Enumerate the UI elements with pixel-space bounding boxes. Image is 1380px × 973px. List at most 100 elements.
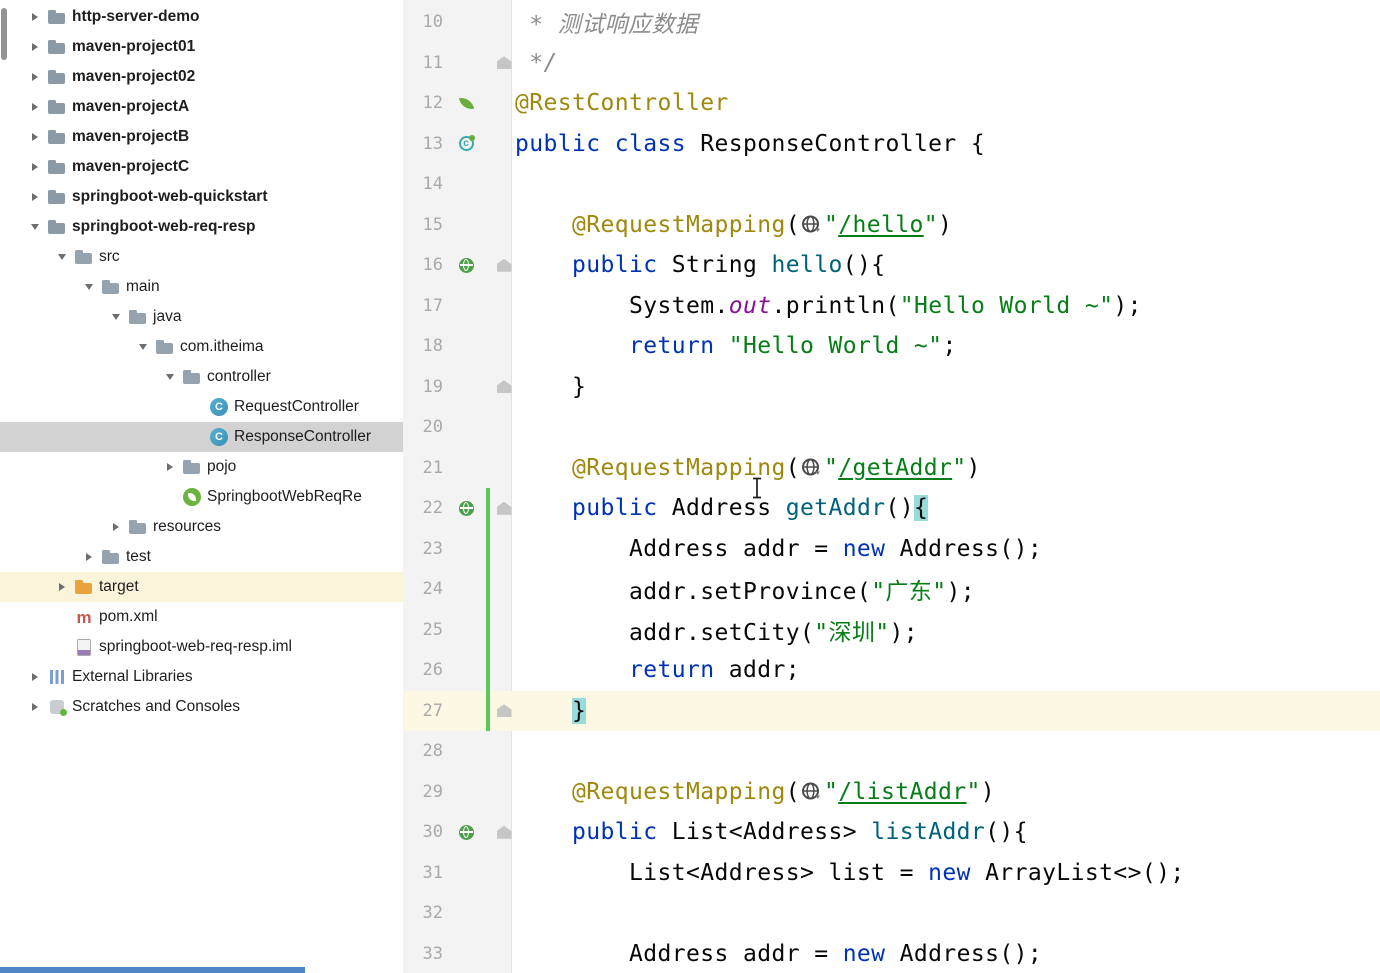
chevron-collapsed-icon[interactable] (157, 452, 183, 482)
code-line-15[interactable]: 15 @RequestMapping("/hello") (403, 205, 1380, 246)
code-text[interactable]: Address addr = new Address(); (515, 941, 1042, 967)
request-mapping-icon[interactable] (447, 488, 485, 529)
line-number[interactable]: 19 (403, 377, 447, 397)
url-link[interactable]: /hello (838, 212, 923, 238)
code-line-16[interactable]: 16 public String hello(){ (403, 245, 1380, 286)
line-number[interactable]: 13 (403, 134, 447, 154)
code-line-33[interactable]: 33 Address addr = new Address(); (403, 934, 1380, 973)
request-mapping-icon[interactable] (447, 245, 485, 286)
tree-item-pojo[interactable]: pojo (0, 452, 403, 482)
tree-item-http-server-demo[interactable]: http-server-demo (0, 2, 403, 32)
code-text[interactable]: @RestController (515, 90, 729, 116)
chevron-collapsed-icon[interactable] (22, 662, 48, 692)
code-text[interactable]: public Address getAddr(){ (515, 495, 929, 522)
code-line-26[interactable]: 26 return addr; (403, 650, 1380, 691)
line-number[interactable]: 22 (403, 498, 447, 518)
chevron-expanded-icon[interactable] (130, 332, 156, 362)
chevron-collapsed-icon[interactable] (22, 32, 48, 62)
line-number[interactable]: 17 (403, 296, 447, 316)
code-line-31[interactable]: 31 List<Address> list = new ArrayList<>(… (403, 853, 1380, 894)
chevron-collapsed-icon[interactable] (103, 512, 129, 542)
spring-bean-icon[interactable] (447, 83, 485, 124)
chevron-collapsed-icon[interactable] (22, 692, 48, 722)
code-text[interactable]: @RequestMapping("/getAddr") (515, 455, 981, 481)
code-text[interactable]: addr.setCity("深圳"); (515, 613, 918, 647)
code-line-11[interactable]: 11 */ (403, 43, 1380, 84)
tree-item-maven-projectb[interactable]: maven-projectB (0, 122, 403, 152)
tree-vertical-scrollbar[interactable] (1, 8, 7, 60)
tree-item-target[interactable]: target (0, 572, 403, 602)
url-link[interactable]: /listAddr (838, 779, 966, 805)
code-text[interactable]: @RequestMapping("/listAddr") (515, 779, 995, 805)
line-number[interactable]: 11 (403, 53, 447, 73)
tree-item-springbootwebreqre[interactable]: SpringbootWebReqRe (0, 482, 403, 512)
tree-item-scratches-and-consoles[interactable]: Scratches and Consoles (0, 692, 403, 722)
code-text[interactable]: */ (515, 50, 558, 76)
code-text[interactable]: List<Address> list = new ArrayList<>(); (515, 860, 1185, 886)
tree-item-main[interactable]: main (0, 272, 403, 302)
tree-item-pom-xml[interactable]: m pom.xml (0, 602, 403, 632)
fold-marker-icon[interactable] (485, 245, 515, 286)
code-line-28[interactable]: 28 (403, 731, 1380, 772)
chevron-expanded-icon[interactable] (22, 212, 48, 242)
code-text[interactable]: * 测试响应数据 (515, 5, 698, 39)
code-line-22[interactable]: 22 public Address getAddr(){ (403, 488, 1380, 529)
line-number[interactable]: 32 (403, 903, 447, 923)
chevron-expanded-icon[interactable] (103, 302, 129, 332)
request-mapping-icon[interactable] (447, 812, 485, 853)
chevron-collapsed-icon[interactable] (22, 182, 48, 212)
fold-marker-icon[interactable] (485, 43, 515, 84)
code-line-21[interactable]: 21 @RequestMapping("/getAddr") (403, 448, 1380, 489)
tree-item-requestcontroller[interactable]: C RequestController (0, 392, 403, 422)
tree-item-springboot-web-req-resp-iml[interactable]: springboot-web-req-resp.iml (0, 632, 403, 662)
tree-item-controller[interactable]: controller (0, 362, 403, 392)
line-number[interactable]: 15 (403, 215, 447, 235)
fold-marker-icon[interactable] (485, 812, 515, 853)
tree-item-java[interactable]: java (0, 302, 403, 332)
line-number[interactable]: 21 (403, 458, 447, 478)
line-number[interactable]: 18 (403, 336, 447, 356)
line-number[interactable]: 14 (403, 174, 447, 194)
code-text[interactable]: } (515, 697, 587, 724)
code-line-12[interactable]: 12 @RestController (403, 83, 1380, 124)
fold-marker-icon[interactable] (485, 367, 515, 408)
code-line-14[interactable]: 14 (403, 164, 1380, 205)
line-number[interactable]: 33 (403, 944, 447, 964)
chevron-collapsed-icon[interactable] (76, 542, 102, 572)
tree-item-test[interactable]: test (0, 542, 403, 572)
line-number[interactable]: 28 (403, 741, 447, 761)
code-line-24[interactable]: 24 addr.setProvince("广东"); (403, 569, 1380, 610)
tree-item-com-itheima[interactable]: com.itheima (0, 332, 403, 362)
tree-item-src[interactable]: src (0, 242, 403, 272)
code-line-23[interactable]: 23 Address addr = new Address(); (403, 529, 1380, 570)
chevron-collapsed-icon[interactable] (49, 572, 75, 602)
code-text[interactable]: public String hello(){ (515, 252, 885, 278)
chevron-collapsed-icon[interactable] (22, 2, 48, 32)
tree-item-external-libraries[interactable]: External Libraries (0, 662, 403, 692)
code-line-27[interactable]: 27 } (403, 690, 1380, 731)
code-line-18[interactable]: 18 return "Hello World ~"; (403, 326, 1380, 367)
chevron-expanded-icon[interactable] (76, 272, 102, 302)
code-text[interactable]: Address addr = new Address(); (515, 536, 1042, 562)
code-text[interactable]: return addr; (515, 657, 800, 683)
line-number[interactable]: 20 (403, 417, 447, 437)
chevron-collapsed-icon[interactable] (22, 122, 48, 152)
line-number[interactable]: 16 (403, 255, 447, 275)
spring-controller-icon[interactable] (447, 124, 485, 165)
code-line-13[interactable]: 13 public class ResponseController { (403, 124, 1380, 165)
code-text[interactable]: @RequestMapping("/hello") (515, 212, 952, 238)
line-number[interactable]: 31 (403, 863, 447, 883)
chevron-collapsed-icon[interactable] (22, 92, 48, 122)
line-number[interactable]: 26 (403, 660, 447, 680)
line-number[interactable]: 29 (403, 782, 447, 802)
line-number[interactable]: 25 (403, 620, 447, 640)
chevron-expanded-icon[interactable] (157, 362, 183, 392)
tree-item-maven-projectc[interactable]: maven-projectC (0, 152, 403, 182)
code-line-17[interactable]: 17 System.out.println("Hello World ~"); (403, 286, 1380, 327)
code-text[interactable]: public class ResponseController { (515, 131, 985, 157)
url-globe-icon[interactable] (801, 781, 822, 802)
tree-item-resources[interactable]: resources (0, 512, 403, 542)
tree-item-springboot-web-req-resp[interactable]: springboot-web-req-resp (0, 212, 403, 242)
code-text[interactable]: return "Hello World ~"; (515, 333, 957, 359)
code-text[interactable]: } (515, 374, 586, 400)
